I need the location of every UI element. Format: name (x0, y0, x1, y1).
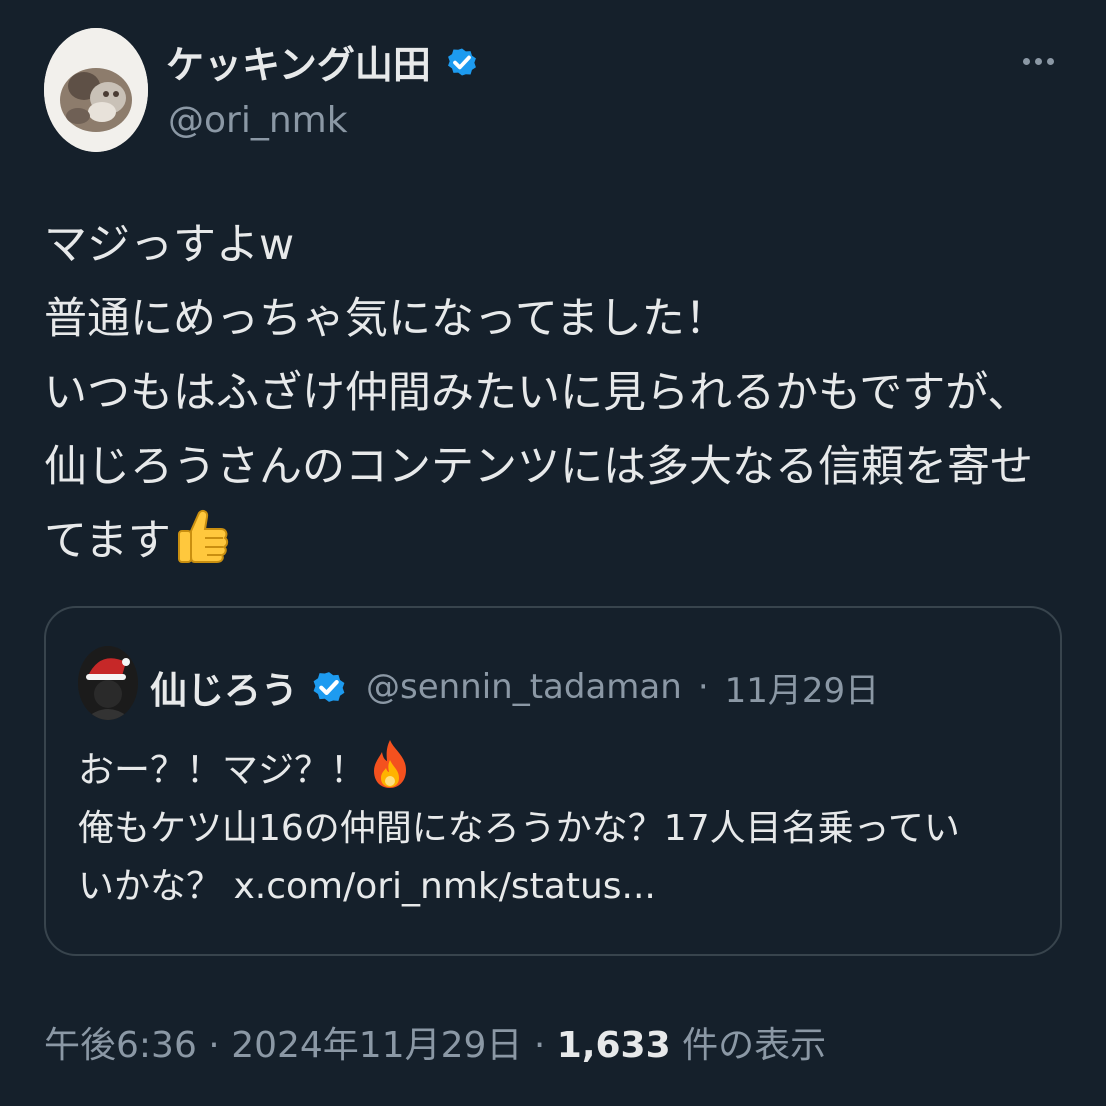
quoted-handle[interactable]: @sennin_tadaman (366, 667, 682, 707)
author-handle[interactable]: @ori_nmk (168, 100, 348, 141)
author-name-row: ケッキング山田 (166, 34, 481, 89)
thumbs-up-emoji-icon (171, 507, 231, 565)
quoted-text: おー？！マジ？！ 俺もケツ山16の仲間になろうかな？17人目名乗ってい いかな？… (78, 738, 1038, 916)
verified-badge-icon[interactable] (308, 666, 350, 708)
view-label[interactable]: 件の表示 (671, 1025, 826, 1066)
tweet-date[interactable]: 2024年11月29日 (231, 1025, 522, 1066)
tweet-line-last: てます (44, 504, 1064, 578)
footer-separator: · (196, 1025, 232, 1066)
author-display-name[interactable]: ケッキング山田 (166, 34, 431, 89)
quoted-line-text: いかな？ (78, 866, 234, 907)
meta-separator: · (697, 667, 709, 707)
quoted-header: 仙じろう @sennin_tadaman · 11月29日 (150, 660, 879, 714)
quoted-line: いかな？ x.com/ori_nmk/status... (78, 858, 1038, 916)
more-options-button[interactable] (1014, 46, 1062, 76)
tweet-line: 普通にめっちゃ気になってました！ (44, 294, 728, 344)
quoted-author-avatar[interactable] (78, 646, 138, 720)
author-avatar[interactable] (44, 28, 148, 152)
fire-emoji-icon (366, 738, 414, 790)
verified-badge-icon[interactable] (443, 43, 481, 81)
tweet-line: マジっすよw (44, 220, 295, 270)
quoted-display-name[interactable]: 仙じろう (150, 660, 298, 714)
quoted-link[interactable]: x.com/ori_nmk/status... (233, 866, 655, 907)
more-horizontal-icon (1046, 57, 1054, 65)
tweet-line: 仙じろうさんのコンテンツには多大なる信頼を寄せ (44, 442, 1033, 492)
tweet-text: マジっすよw 普通にめっちゃ気になってました！ いつもはふざけ仲間みたいに見られ… (44, 208, 1064, 578)
view-count[interactable]: 1,633 (557, 1025, 671, 1066)
tweet-card: ケッキング山田 @ori_nmk マジっすよw 普通にめっちゃ気になってました！… (0, 0, 1106, 1106)
quoted-line: 俺もケツ山16の仲間になろうかな？17人目名乗ってい (78, 808, 960, 849)
tweet-line: いつもはふざけ仲間みたいに見られるかもですが、 (44, 368, 1031, 418)
tweet-time[interactable]: 午後6:36 (44, 1025, 197, 1066)
more-horizontal-icon (1034, 57, 1042, 65)
tweet-footer: 午後6:36 · 2024年11月29日 · 1,633 件の表示 (44, 1016, 826, 1068)
quoted-tweet-card[interactable]: 仙じろう @sennin_tadaman · 11月29日 おー？！マジ？！ 俺… (44, 606, 1062, 956)
quoted-date[interactable]: 11月29日 (725, 663, 880, 712)
tweet-line: てます (44, 516, 171, 566)
quoted-line: おー？！マジ？！ (78, 738, 1038, 800)
quoted-line-text: おー？！マジ？！ (78, 750, 367, 791)
footer-separator: · (522, 1025, 557, 1066)
more-horizontal-icon (1022, 57, 1030, 65)
